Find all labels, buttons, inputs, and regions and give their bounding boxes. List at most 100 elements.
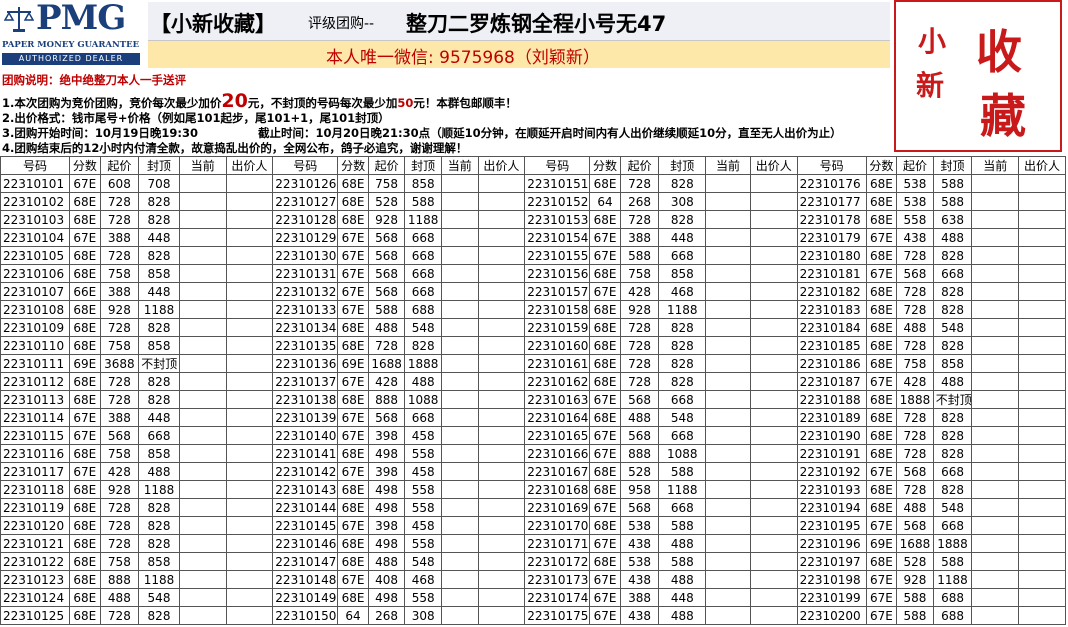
cell-bidder[interactable] — [749, 408, 798, 427]
cell-bidder[interactable] — [1018, 354, 1066, 373]
cell-current-bid[interactable] — [971, 192, 1020, 211]
cell-current-bid[interactable] — [705, 192, 751, 211]
cell-current-bid[interactable] — [971, 408, 1020, 427]
cell-bidder[interactable] — [477, 210, 526, 229]
cell-current-bid[interactable] — [440, 426, 479, 445]
cell-current-bid[interactable] — [440, 480, 479, 499]
cell-bidder[interactable] — [477, 300, 526, 319]
cell-current-bid[interactable] — [440, 516, 479, 535]
cell-current-bid[interactable] — [971, 390, 1020, 409]
cell-current-bid[interactable] — [971, 588, 1020, 607]
cell-current-bid[interactable] — [178, 192, 227, 211]
cell-bidder[interactable] — [1018, 228, 1066, 247]
cell-current-bid[interactable] — [178, 210, 227, 229]
cell-current-bid[interactable] — [178, 354, 227, 373]
cell-current-bid[interactable] — [971, 372, 1020, 391]
cell-bidder[interactable] — [225, 300, 274, 319]
cell-current-bid[interactable] — [705, 570, 751, 589]
cell-bidder[interactable] — [1018, 498, 1066, 517]
cell-current-bid[interactable] — [440, 372, 479, 391]
cell-current-bid[interactable] — [971, 606, 1020, 625]
cell-bidder[interactable] — [1018, 570, 1066, 589]
cell-current-bid[interactable] — [440, 318, 479, 337]
cell-current-bid[interactable] — [440, 174, 479, 193]
cell-current-bid[interactable] — [971, 552, 1020, 571]
cell-current-bid[interactable] — [705, 534, 751, 553]
cell-current-bid[interactable] — [178, 390, 227, 409]
cell-bidder[interactable] — [749, 246, 798, 265]
cell-current-bid[interactable] — [705, 354, 751, 373]
cell-current-bid[interactable] — [178, 246, 227, 265]
cell-bidder[interactable] — [477, 174, 526, 193]
cell-bidder[interactable] — [225, 534, 274, 553]
cell-bidder[interactable] — [477, 390, 526, 409]
cell-current-bid[interactable] — [971, 534, 1020, 553]
cell-current-bid[interactable] — [705, 498, 751, 517]
cell-bidder[interactable] — [225, 174, 274, 193]
cell-current-bid[interactable] — [705, 318, 751, 337]
cell-current-bid[interactable] — [178, 498, 227, 517]
cell-current-bid[interactable] — [178, 300, 227, 319]
cell-bidder[interactable] — [225, 282, 274, 301]
cell-bidder[interactable] — [477, 318, 526, 337]
cell-current-bid[interactable] — [178, 480, 227, 499]
cell-current-bid[interactable] — [178, 426, 227, 445]
cell-current-bid[interactable] — [440, 408, 479, 427]
cell-current-bid[interactable] — [440, 498, 479, 517]
cell-current-bid[interactable] — [440, 336, 479, 355]
cell-bidder[interactable] — [225, 588, 274, 607]
cell-bidder[interactable] — [1018, 408, 1066, 427]
cell-bidder[interactable] — [225, 390, 274, 409]
cell-current-bid[interactable] — [440, 390, 479, 409]
cell-current-bid[interactable] — [705, 228, 751, 247]
cell-bidder[interactable] — [749, 228, 798, 247]
cell-bidder[interactable] — [749, 264, 798, 283]
cell-bidder[interactable] — [225, 516, 274, 535]
cell-bidder[interactable] — [749, 174, 798, 193]
cell-current-bid[interactable] — [705, 372, 751, 391]
cell-current-bid[interactable] — [178, 336, 227, 355]
cell-bidder[interactable] — [477, 606, 526, 625]
cell-current-bid[interactable] — [440, 192, 479, 211]
cell-current-bid[interactable] — [971, 498, 1020, 517]
cell-current-bid[interactable] — [971, 174, 1020, 193]
cell-bidder[interactable] — [477, 354, 526, 373]
cell-bidder[interactable] — [477, 462, 526, 481]
cell-bidder[interactable] — [225, 336, 274, 355]
cell-bidder[interactable] — [477, 282, 526, 301]
cell-bidder[interactable] — [749, 192, 798, 211]
cell-bidder[interactable] — [225, 498, 274, 517]
cell-bidder[interactable] — [225, 552, 274, 571]
cell-bidder[interactable] — [477, 516, 526, 535]
cell-bidder[interactable] — [225, 372, 274, 391]
cell-bidder[interactable] — [1018, 264, 1066, 283]
cell-bidder[interactable] — [749, 588, 798, 607]
cell-current-bid[interactable] — [971, 480, 1020, 499]
cell-bidder[interactable] — [1018, 336, 1066, 355]
cell-bidder[interactable] — [225, 264, 274, 283]
cell-bidder[interactable] — [1018, 300, 1066, 319]
cell-current-bid[interactable] — [178, 534, 227, 553]
cell-bidder[interactable] — [749, 372, 798, 391]
cell-current-bid[interactable] — [440, 228, 479, 247]
cell-bidder[interactable] — [477, 192, 526, 211]
cell-current-bid[interactable] — [178, 588, 227, 607]
cell-current-bid[interactable] — [971, 462, 1020, 481]
cell-bidder[interactable] — [225, 408, 274, 427]
cell-current-bid[interactable] — [705, 210, 751, 229]
cell-current-bid[interactable] — [971, 336, 1020, 355]
cell-current-bid[interactable] — [705, 480, 751, 499]
cell-bidder[interactable] — [225, 210, 274, 229]
cell-current-bid[interactable] — [971, 210, 1020, 229]
cell-bidder[interactable] — [477, 552, 526, 571]
cell-bidder[interactable] — [749, 534, 798, 553]
cell-bidder[interactable] — [749, 606, 798, 625]
cell-current-bid[interactable] — [705, 606, 751, 625]
cell-bidder[interactable] — [225, 246, 274, 265]
cell-bidder[interactable] — [749, 516, 798, 535]
cell-current-bid[interactable] — [440, 534, 479, 553]
cell-bidder[interactable] — [225, 462, 274, 481]
cell-bidder[interactable] — [1018, 372, 1066, 391]
cell-current-bid[interactable] — [440, 246, 479, 265]
cell-current-bid[interactable] — [178, 408, 227, 427]
